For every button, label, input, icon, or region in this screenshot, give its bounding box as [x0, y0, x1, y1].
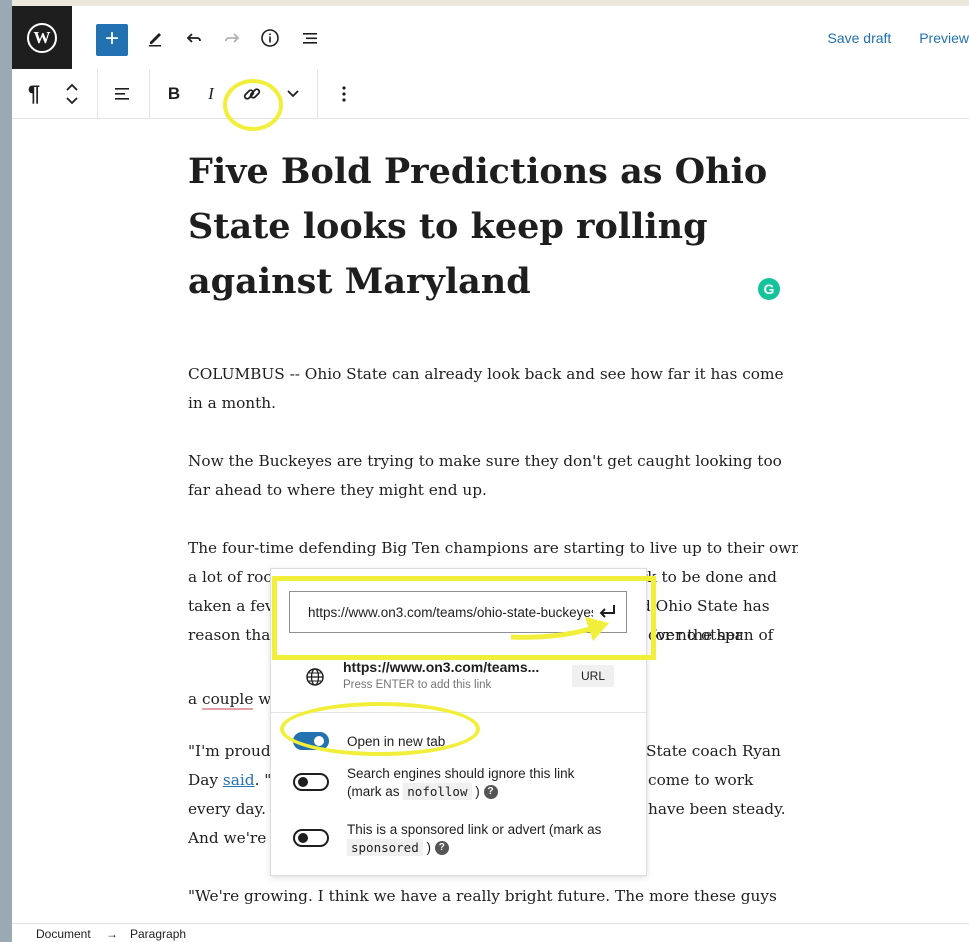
- text-fragment: . ": [254, 771, 272, 789]
- editor-header: W + Save draft Preview: [12, 6, 969, 70]
- preview-button[interactable]: Preview: [919, 30, 969, 46]
- list-view-icon: [303, 33, 317, 44]
- text-fragment: a: [188, 690, 198, 708]
- globe-icon: [306, 668, 324, 686]
- nofollow-code: nofollow: [403, 783, 472, 800]
- toolbar-divider: [97, 69, 98, 118]
- sponsored-label-text: ): [426, 840, 432, 855]
- toolbar-divider: [149, 69, 150, 118]
- redo-button[interactable]: [218, 24, 246, 52]
- text-fragment: every day.: [188, 800, 266, 818]
- paragraph-icon: ¶: [27, 80, 41, 106]
- highlight-ellipse-new-tab: [280, 702, 480, 756]
- wordpress-icon: W: [27, 22, 57, 53]
- suggestion-type-badge: URL: [572, 665, 614, 687]
- pencil-icon: [149, 33, 161, 47]
- paragraph-line: The four-time defending Big Ten champion…: [188, 539, 798, 557]
- breadcrumb-document[interactable]: Document: [36, 927, 91, 941]
- align-button[interactable]: [108, 69, 136, 118]
- highlight-circle-link: [223, 79, 283, 131]
- nofollow-label-text: ): [475, 784, 480, 799]
- chevron-down-icon: [66, 96, 78, 104]
- toolbar-divider: [317, 69, 318, 118]
- nofollow-setting[interactable]: Search engines should ignore this link (…: [293, 765, 633, 801]
- italic-button[interactable]: I: [200, 69, 222, 118]
- breadcrumb: Document → Paragraph: [12, 923, 969, 942]
- text-fragment: come to work: [648, 771, 754, 789]
- nofollow-toggle[interactable]: [293, 773, 329, 791]
- chevron-up-icon: [66, 83, 78, 91]
- text-fragment: have been steady.: [648, 800, 786, 818]
- text-fragment: And we're: [188, 829, 267, 847]
- info-icon: [261, 29, 279, 47]
- text-fragment: rk to be done and: [640, 568, 777, 586]
- nofollow-label-line: Search engines should ignore this link: [347, 766, 575, 781]
- sponsored-setting[interactable]: This is a sponsored link or advert (mark…: [293, 821, 633, 857]
- nofollow-label-text: (mark as: [347, 784, 400, 799]
- wordpress-logo-button[interactable]: W: [12, 6, 72, 69]
- italic-icon: I: [208, 83, 214, 103]
- bold-button[interactable]: B: [162, 69, 186, 118]
- align-left-icon: [115, 87, 129, 100]
- text-fragment: over the span of: [648, 626, 774, 644]
- block-toolbar: ¶ B I: [12, 69, 969, 119]
- paragraph-block[interactable]: COLUMBUS -- Ohio State can already look …: [188, 360, 798, 418]
- text-fragment: "I'm proud: [188, 742, 271, 760]
- highlight-rect-url: [272, 576, 656, 660]
- more-vertical-icon: [342, 85, 346, 102]
- paragraph-block[interactable]: "We're growing. I think we have a really…: [188, 882, 798, 911]
- breadcrumb-paragraph[interactable]: Paragraph: [130, 927, 186, 941]
- text-fragment: taken a fev: [188, 597, 274, 615]
- sponsored-toggle[interactable]: [293, 829, 329, 847]
- add-block-button[interactable]: +: [96, 24, 128, 56]
- breadcrumb-arrow: →: [106, 927, 118, 941]
- sponsored-code: sponsored: [347, 839, 423, 856]
- list-view-button[interactable]: [296, 24, 324, 52]
- sponsored-label-line: This is a sponsored link or advert (mark…: [347, 822, 602, 837]
- spelling-underline: couple: [202, 690, 254, 710]
- redo-icon: [225, 33, 240, 43]
- block-editor: W + Save draft Preview ¶ B I Five Bold P…: [12, 6, 969, 941]
- bold-icon: B: [167, 83, 181, 103]
- grammarly-icon[interactable]: G: [758, 278, 780, 300]
- paragraph-block[interactable]: Now the Buckeyes are trying to make sure…: [188, 447, 798, 505]
- block-type-button[interactable]: ¶: [20, 69, 48, 118]
- suggestion-title: https://www.on3.com/teams...: [343, 659, 540, 675]
- chevron-down-icon: [287, 89, 299, 97]
- post-title[interactable]: Five Bold Predictions as Ohio State look…: [188, 144, 808, 309]
- link-suggestion[interactable]: https://www.on3.com/teams... Press ENTER…: [289, 657, 629, 697]
- said-link[interactable]: said: [223, 771, 255, 789]
- suggestion-subtitle: Press ENTER to add this link: [343, 679, 492, 691]
- more-formats-button[interactable]: [284, 69, 302, 118]
- sponsored-label: This is a sponsored link or advert (mark…: [347, 821, 601, 857]
- text-fragment: State coach Ryan: [646, 742, 781, 760]
- text-fragment: reason tha: [188, 626, 271, 644]
- details-button[interactable]: [256, 24, 284, 52]
- undo-button[interactable]: [180, 24, 208, 52]
- move-block-buttons[interactable]: [60, 69, 84, 118]
- text-fragment: Day: [188, 771, 219, 789]
- help-icon[interactable]: ?: [434, 841, 449, 856]
- undo-icon: [186, 33, 201, 43]
- text-fragment: a lot of roo: [188, 568, 273, 586]
- help-icon[interactable]: ?: [483, 785, 498, 800]
- block-options-button[interactable]: [330, 69, 358, 118]
- edit-tools-button[interactable]: [142, 24, 170, 52]
- save-draft-button[interactable]: Save draft: [827, 30, 891, 46]
- nofollow-label: Search engines should ignore this link (…: [347, 765, 574, 801]
- text-fragment: d Ohio State has: [641, 597, 770, 615]
